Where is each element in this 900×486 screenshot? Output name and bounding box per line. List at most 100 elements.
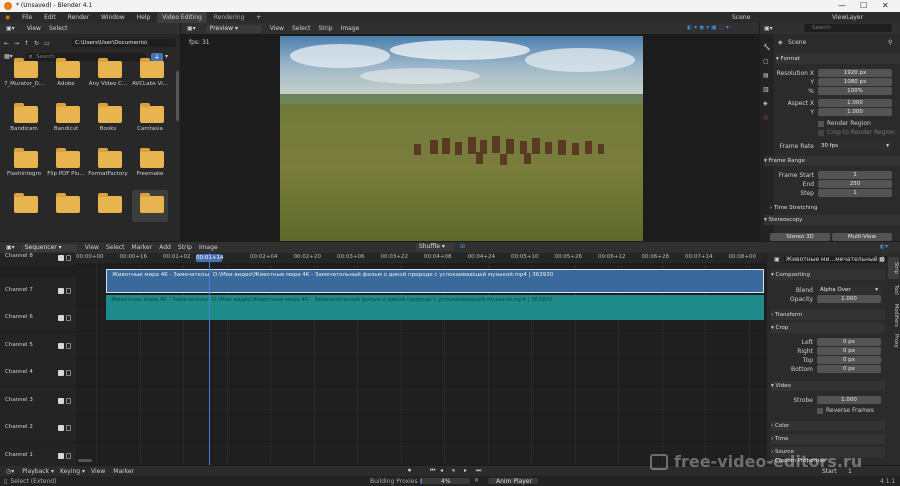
channel-lane[interactable]	[76, 360, 766, 387]
crop-left-field[interactable]: 0 px	[817, 338, 881, 346]
file-search-input[interactable]: Search	[26, 53, 146, 61]
resolution-y-field[interactable]: 1080 px	[818, 78, 892, 86]
channel-lock-icon[interactable]	[66, 343, 71, 349]
overlay-icons[interactable]: ◐ ▾ ◉ ▾ ▣ ◌ ▾	[687, 24, 729, 31]
blend-mode-dropdown[interactable]: Alpha Over ▾	[817, 286, 881, 294]
channel-name[interactable]: Channel 3	[5, 397, 33, 403]
timeline-menu-marker[interactable]: Marker	[113, 468, 134, 475]
channel-mute-checkbox[interactable]	[58, 343, 64, 349]
channel-name[interactable]: Channel 1	[5, 452, 33, 458]
prev-key-icon[interactable]: ◂	[440, 467, 443, 474]
render-tab-icon[interactable]: ▢	[763, 58, 769, 65]
channel-name[interactable]: Channel 2	[5, 424, 33, 430]
aspect-y-field[interactable]: 1.000	[818, 108, 892, 116]
format-section-header[interactable]: ▾ Format	[776, 54, 900, 64]
audio-strip[interactable]: Животные мира 4K - Замечательный фил D:\…	[106, 295, 764, 320]
menu-window[interactable]: Window	[96, 12, 130, 23]
folder-item[interactable]: Freemake	[132, 145, 168, 177]
channel-lock-icon[interactable]	[66, 370, 71, 376]
channel-mute-checkbox[interactable]	[58, 370, 64, 376]
channel-mute-checkbox[interactable]	[58, 398, 64, 404]
add-workspace-button[interactable]: +	[251, 12, 266, 23]
tool-tab-icon[interactable]: 🔧	[763, 44, 770, 51]
properties-search[interactable]: Search	[804, 24, 892, 32]
path-field[interactable]: C:\Users\User\Documents\	[72, 39, 176, 47]
playhead-line[interactable]	[209, 253, 210, 465]
frame-start-field[interactable]: 1	[818, 171, 892, 179]
channel-lock-icon[interactable]	[66, 288, 71, 294]
menu-edit[interactable]: Edit	[39, 12, 61, 23]
sidebar-tab-proxy[interactable]: Proxy	[888, 331, 899, 351]
view-mode-dropdown[interactable]: Preview ▾	[205, 24, 262, 33]
channel-name[interactable]: Channel 8	[5, 253, 33, 259]
jump-end-icon[interactable]: ⏭	[476, 467, 481, 475]
folder-item[interactable]: AVCLabs Vi...	[132, 55, 168, 87]
tab-rendering[interactable]: Rendering	[209, 12, 250, 23]
folder-item[interactable]	[6, 190, 42, 222]
snap-icon[interactable]: ⊞	[460, 243, 465, 250]
forward-icon[interactable]: →	[14, 40, 24, 47]
channel-lane[interactable]	[76, 253, 766, 265]
sequencer-menu-marker[interactable]: Marker	[131, 244, 152, 251]
viewlayer-selector[interactable]: ViewLayer	[822, 12, 873, 23]
color-section-header[interactable]: › Color	[771, 421, 885, 431]
reverse-frames-checkbox[interactable]: Reverse Frames	[817, 407, 874, 414]
preview-editor-type-icon[interactable]: ▣▾	[187, 25, 196, 32]
crop-top-field[interactable]: 0 px	[817, 356, 881, 364]
output-tab-icon[interactable]: ▤	[763, 72, 769, 79]
folder-item[interactable]: Books	[90, 100, 126, 132]
preview-menu-select[interactable]: Select	[292, 25, 311, 32]
preview-menu-view[interactable]: View	[270, 25, 284, 32]
parent-dir-icon[interactable]: ↑	[24, 40, 34, 47]
timeline-type-icon[interactable]: ◷▾	[6, 468, 14, 475]
folder-item[interactable]: 7_Murator_D...	[4, 55, 44, 87]
frame-end-field[interactable]: 250	[818, 180, 892, 188]
channel-name[interactable]: Channel 7	[5, 287, 33, 293]
sidebar-tab-tool[interactable]: Tool	[888, 281, 899, 299]
folder-item[interactable]: Bandicut	[48, 100, 84, 132]
close-icon[interactable]: ✕	[882, 1, 889, 10]
tab-video-editing[interactable]: Video Editing	[157, 12, 207, 23]
properties-type-icon[interactable]: ▣▾	[764, 25, 773, 32]
folder-item[interactable]: Camtasia	[132, 100, 168, 132]
resolution-x-field[interactable]: 1920 px	[818, 69, 892, 77]
world-tab-icon[interactable]: ◎	[763, 114, 768, 121]
folder-item[interactable]: FormatFactory	[88, 145, 128, 177]
crop-bottom-field[interactable]: 0 px	[817, 365, 881, 373]
scene-tab-icon[interactable]: ◈	[763, 100, 768, 107]
time-stretching-section-header[interactable]: › Time Stretching	[770, 203, 818, 213]
time-section-header[interactable]: › Time	[771, 434, 885, 444]
channel-mute-checkbox[interactable]	[58, 425, 64, 431]
pin-icon[interactable]: ⚲	[888, 39, 892, 46]
snap-mode-dropdown[interactable]: Shuffle ▾	[416, 243, 454, 251]
sidebar-tab-strip[interactable]: Strip	[888, 257, 899, 279]
editor-type-icon[interactable]: ▣▾	[6, 25, 15, 32]
compositing-section-header[interactable]: ▾ Compositing	[771, 270, 885, 280]
folder-item[interactable]: Any Video C...	[89, 55, 127, 87]
video-strip[interactable]: Животные мира 4K - Замечательный ф D:\Мо…	[106, 269, 764, 293]
folder-item[interactable]: Adobe	[48, 55, 84, 87]
timeline-menu-view[interactable]: View	[91, 468, 105, 475]
horizontal-scrollbar[interactable]	[78, 459, 92, 462]
preview-menu-image[interactable]: Image	[341, 25, 360, 32]
channel-lock-icon[interactable]	[66, 398, 71, 404]
scene-selector[interactable]: Scene	[722, 12, 760, 23]
sidebar-tab-modifiers[interactable]: Modifiers	[888, 301, 899, 329]
folder-item[interactable]: Flip PDF Plu...	[47, 145, 85, 177]
channel-lock-icon[interactable]	[66, 315, 71, 321]
resolution-percent-slider[interactable]: 100%	[818, 87, 892, 95]
sequencer-menu-add[interactable]: Add	[159, 244, 171, 251]
opacity-slider[interactable]: 1.000	[817, 295, 881, 303]
view-layer-tab-icon[interactable]: ▥	[763, 86, 769, 93]
sequencer-type-icon[interactable]: ▣▾	[6, 244, 15, 251]
frame-rate-dropdown[interactable]: 30 fps ▾	[818, 142, 892, 150]
video-section-header[interactable]: ▾ Video	[771, 381, 885, 391]
channel-mute-checkbox[interactable]	[58, 453, 64, 459]
pause-icon[interactable]: ⏸	[452, 467, 455, 475]
menu-playback[interactable]: Playback ▾	[22, 468, 54, 475]
folder-item[interactable]	[90, 190, 126, 222]
channel-lane[interactable]	[76, 415, 766, 442]
jump-start-icon[interactable]: ⏮	[430, 467, 435, 475]
minimize-icon[interactable]: —	[838, 1, 846, 10]
folder-item[interactable]	[132, 190, 168, 222]
